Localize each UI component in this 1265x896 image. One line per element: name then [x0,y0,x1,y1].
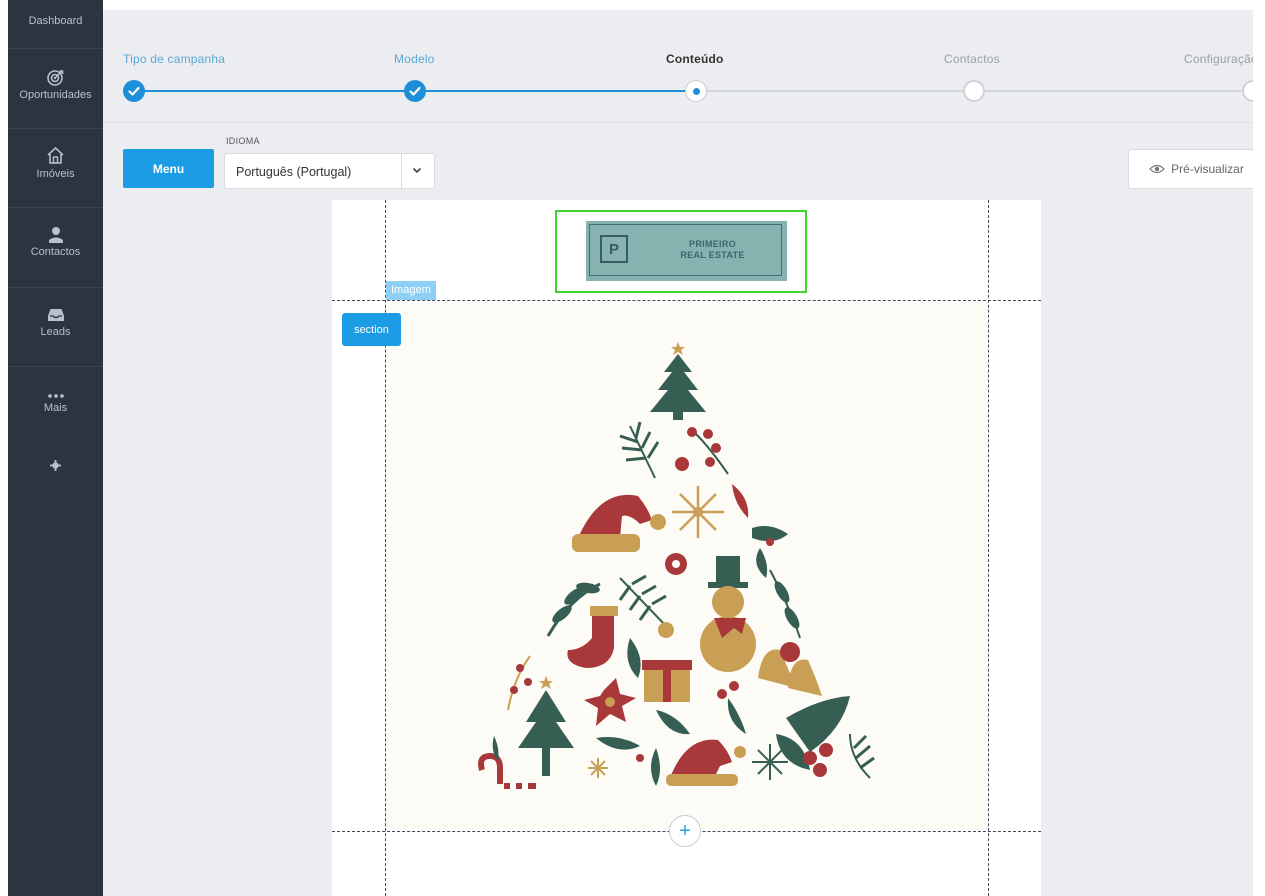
step-label[interactable]: Contactos [944,52,1000,66]
logo-line-2: REAL ESTATE [680,250,745,260]
more-dots-icon [47,394,64,398]
step-label[interactable]: Modelo [394,52,435,66]
image-block-tag[interactable]: Imagem [386,281,436,300]
language-label: IDIOMA [226,136,260,146]
step-pending-icon[interactable] [963,80,985,102]
sidebar-item-mais[interactable]: Mais [8,393,103,414]
logo-monogram: P [600,235,628,263]
section-tag[interactable]: section [342,313,401,346]
left-strip [0,0,8,896]
add-section-button[interactable]: + [669,815,701,847]
gear-icon [50,460,61,471]
language-select[interactable]: Português (Portugal) [224,153,435,189]
menu-button[interactable]: Menu [123,149,214,188]
logo-line-1: PRIMEIRO [689,239,736,249]
sidebar-divider [8,287,103,288]
sidebar-item-label: Dashboard [28,15,83,27]
sidebar-item-dashboard[interactable]: Dashboard [8,15,103,27]
checkmark-icon [409,86,421,96]
step-done-icon[interactable] [404,80,426,102]
sidebar-divider [8,48,103,49]
guide-line [988,200,989,896]
sidebar-item-oportunidades[interactable]: Oportunidades [8,69,103,101]
logo-frame: P PRIMEIRO REAL ESTATE [589,224,782,276]
step-current-icon[interactable] [685,80,707,102]
house-icon [47,146,64,164]
plus-icon: + [679,819,691,842]
christmas-tree-illustration [478,342,875,789]
sidebar-settings[interactable] [8,460,103,474]
sidebar-item-label: Mais [43,402,68,414]
sidebar: Dashboard Oportunidades Imóveis Contacto… [8,0,103,896]
logo-wordmark: PRIMEIRO REAL ESTATE [650,239,775,261]
step-label[interactable]: Tipo de campanha [123,52,225,66]
sidebar-divider [8,128,103,129]
step-label[interactable]: Configuração [1184,52,1258,66]
checkmark-icon [128,86,140,96]
top-strip [0,0,1265,10]
eye-icon [1149,164,1166,174]
right-strip [1253,0,1265,896]
sidebar-item-label: Oportunidades [19,89,92,101]
inbox-icon [47,309,64,321]
person-icon [48,227,63,243]
brand-logo[interactable]: P PRIMEIRO REAL ESTATE [586,221,787,281]
campaign-stepper: Tipo de campanha Modelo Conteúdo Contact… [103,10,1264,123]
select-divider [401,154,402,188]
preview-button[interactable]: Pré-visualizar [1128,149,1265,189]
guide-line [332,300,1041,301]
sidebar-item-label: Contactos [30,246,81,258]
sidebar-item-leads[interactable]: Leads [8,307,103,338]
step-label[interactable]: Conteúdo [666,52,724,66]
step-done-icon[interactable] [123,80,145,102]
sidebar-divider [8,366,103,367]
sidebar-item-imoveis[interactable]: Imóveis [8,146,103,180]
sidebar-item-label: Imóveis [36,168,75,180]
guide-line [385,200,386,896]
language-value: Português (Portugal) [236,165,352,179]
sidebar-divider [8,207,103,208]
preview-label: Pré-visualizar [1171,162,1244,176]
sidebar-item-label: Leads [40,326,71,338]
top-bar: Tipo de campanha Modelo Conteúdo Contact… [103,10,1265,200]
sidebar-item-contactos[interactable]: Contactos [8,226,103,258]
target-icon [47,70,64,86]
chevron-down-icon [412,167,422,174]
